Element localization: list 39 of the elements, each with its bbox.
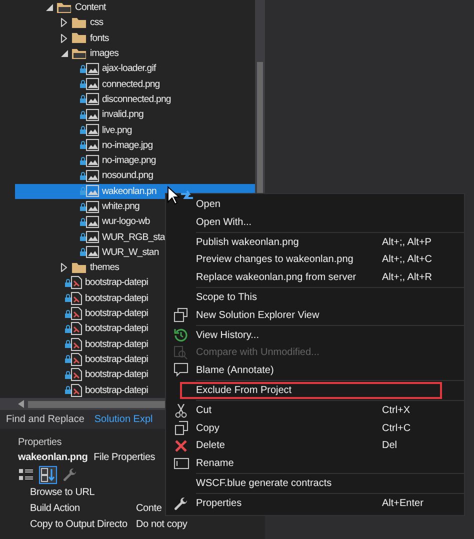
shortcut-label: Alt+;, Alt+C [382,254,434,266]
tree-item-label: white.png [102,201,140,212]
tree-item-label: bootstrap-datepi [85,354,148,365]
tree-item-label: connected.png [102,78,160,90]
tree-item-label: invalid.png [102,109,144,120]
tree-item-label: fonts [90,32,109,44]
tree-item-label: bootstrap-datepi [85,384,148,396]
object-name: wakeonlan.png [18,452,88,463]
tree-item-label: nosound.png [102,170,154,182]
tree-item-label: no-image.png [102,155,156,166]
property-name: Copy to Output Directo [30,519,128,531]
shortcut-label: Ctrl+X [382,405,412,416]
tree-item-label: wur-logo-wb [102,216,150,228]
tree-item-label: bootstrap-datepi [85,338,148,350]
shortcut-label: Alt+;, Alt+R [382,272,434,283]
tree-item-label: WUR_RGB_sta [102,232,165,243]
property-name: Build Action [30,503,81,515]
shortcut-label: Alt+Enter [382,498,424,510]
tree-item-label: bootstrap-datepi [85,323,148,334]
shortcut-label: Ctrl+C [382,422,412,434]
tree-item-label: no-image.jpg [102,140,153,151]
tree-item-label: wakeonlan.pn [102,186,156,197]
tree-item-label: images [90,48,119,60]
tree-item-label: disconnected.png [102,94,171,105]
shortcut-label: Del [382,440,398,452]
tree-item-label: bootstrap-datepi [85,277,148,288]
property-name: Browse to URL [30,487,96,499]
object-type: File Properties [94,452,156,463]
panel-title: Properties [18,437,62,448]
tree-item-label: live.png [102,124,132,136]
tree-item-label: WUR_W_stan [102,246,159,258]
tree-item-label: bootstrap-datepi [85,369,148,380]
tree-item-label: themes [90,262,120,274]
tree-item-label: bootstrap-datepi [85,292,148,304]
tree-item-label: bootstrap-datepi [85,308,148,320]
tree-item-label: css [90,17,104,28]
tree-item-label: Content [75,2,106,14]
shortcut-label: Alt+;, Alt+P [382,236,432,248]
tree-item-label: ajax-loader.gif [102,63,156,74]
